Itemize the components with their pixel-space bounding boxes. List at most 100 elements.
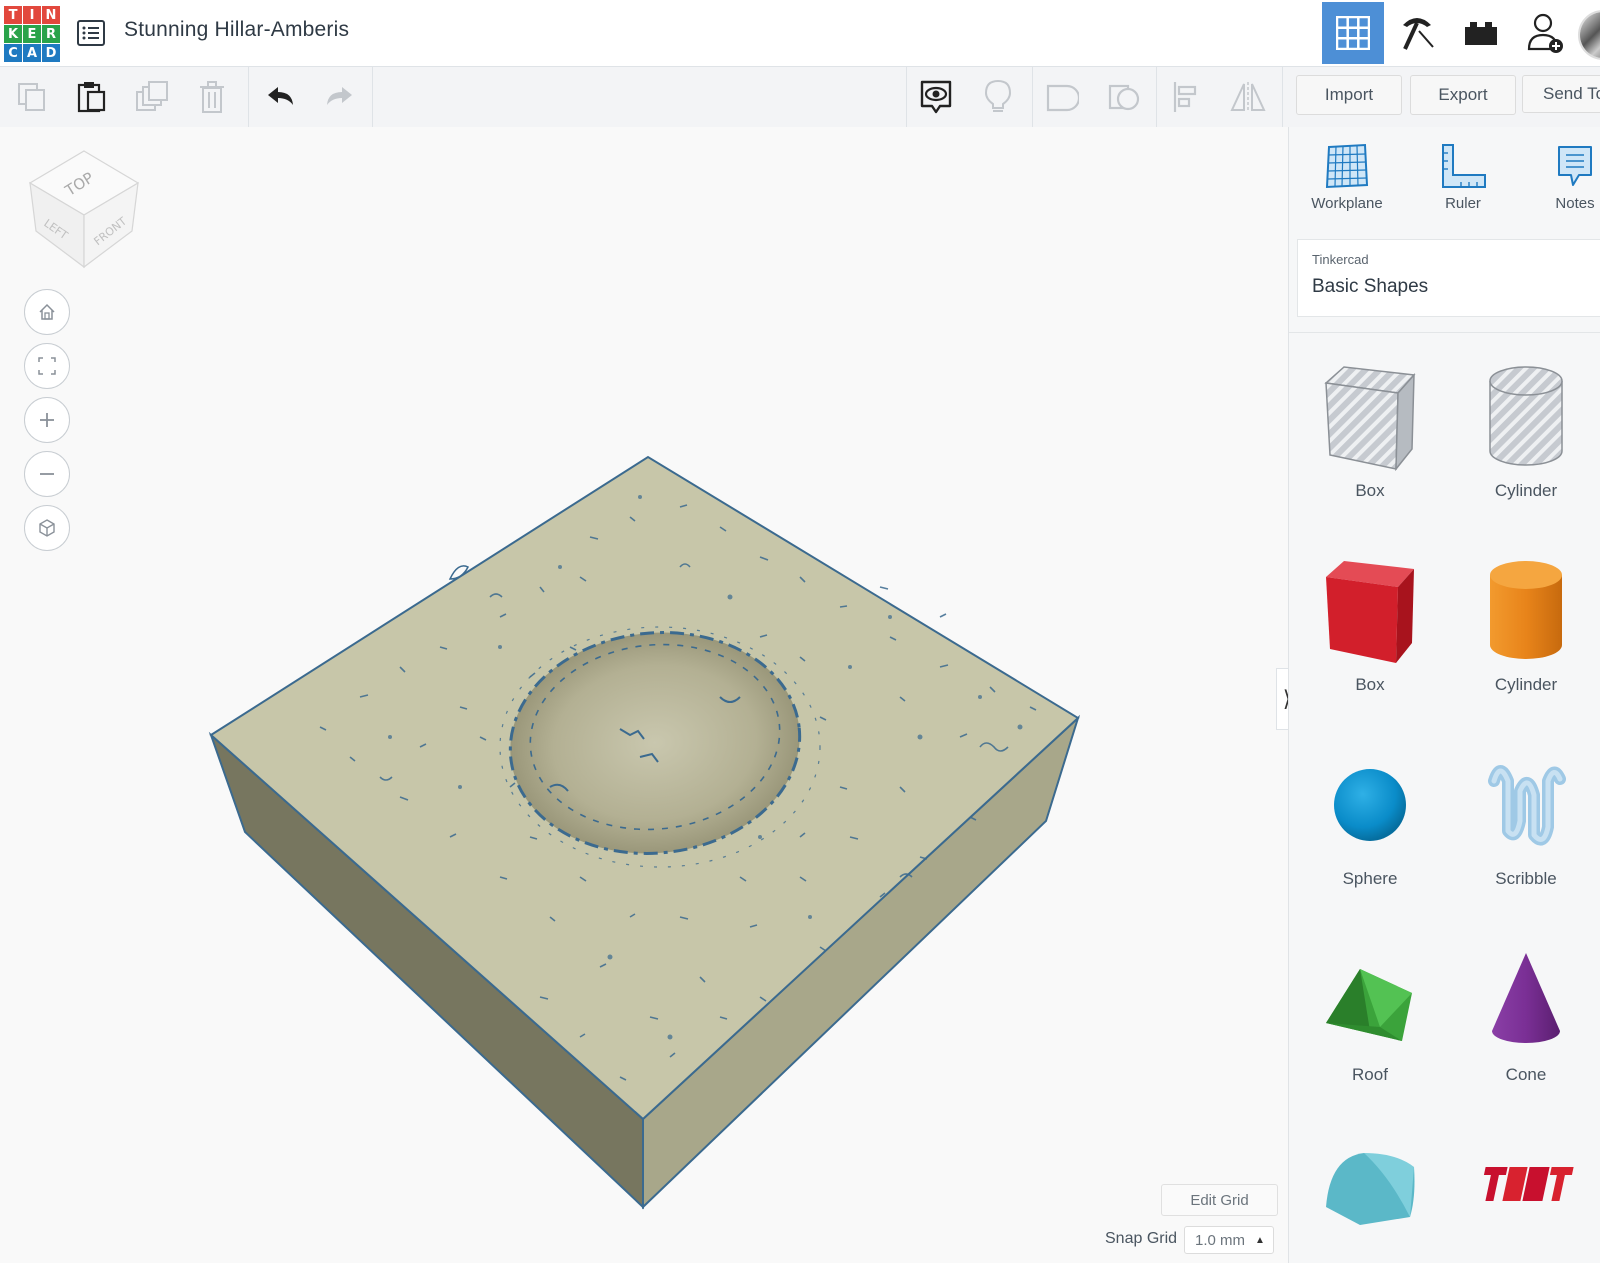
cylinder-hole-icon (1489, 366, 1563, 466)
view-cube[interactable]: TOP LEFT FRONT (26, 149, 142, 269)
mirror-button[interactable] (1218, 67, 1278, 127)
mirror-icon (1230, 82, 1266, 112)
send-to-button[interactable]: Send To (1522, 75, 1600, 113)
shape-scribble[interactable]: Scribble (1451, 751, 1600, 889)
undo-icon (268, 87, 293, 105)
cone-icon (1492, 953, 1560, 1043)
box-hole-icon (1324, 366, 1416, 471)
list-icon (77, 20, 105, 46)
3d-workplane-canvas[interactable]: TOP LEFT FRONT Edit Grid Snap Grid 1.0 m… (0, 127, 1288, 1263)
import-button[interactable]: Import (1296, 75, 1402, 115)
shape-label: Cylinder (1494, 481, 1558, 500)
zoom-out-button[interactable] (24, 451, 70, 497)
perspective-toggle-button[interactable] (24, 505, 70, 551)
shape-roof[interactable]: Roof (1295, 947, 1445, 1085)
shape-library-selector[interactable]: Tinkercad Basic Shapes (1297, 239, 1600, 317)
logo-letter: A (23, 44, 41, 62)
library-name: Basic Shapes (1312, 276, 1429, 297)
shapes-panel: Workplane Ruler Notes Tinkercad Basic Sh… (1288, 127, 1600, 1263)
bricks-view-button[interactable] (1450, 2, 1512, 64)
blocks-view-button[interactable] (1386, 2, 1448, 64)
shape-label: Box (1355, 675, 1385, 694)
avatar[interactable] (1578, 10, 1600, 60)
library-provider: Tinkercad (1312, 252, 1369, 267)
shape-cylinder[interactable]: Cylinder (1451, 557, 1600, 695)
top-header: T I N K E R C A D Stunning Hillar-Amberi… (0, 0, 1600, 67)
toolbar-divider (248, 67, 249, 127)
hint-button[interactable] (968, 67, 1028, 127)
caret-up-icon: ▲ (1255, 1234, 1265, 1246)
align-button[interactable] (1156, 67, 1216, 127)
delete-button[interactable] (182, 67, 242, 127)
invite-user-button[interactable] (1514, 2, 1576, 64)
box-icon (1326, 561, 1414, 663)
duplicate-icon (136, 81, 168, 111)
edit-grid-button[interactable]: Edit Grid (1161, 1184, 1278, 1216)
panel-divider (1289, 332, 1600, 333)
shape-label: Roof (1352, 1065, 1388, 1084)
logo-letter: E (23, 25, 41, 43)
shape-cylinder-hole[interactable]: Cylinder (1451, 363, 1600, 501)
minus-icon (40, 473, 54, 475)
shape-label: Cylinder (1494, 675, 1558, 694)
fit-view-button[interactable] (24, 343, 70, 389)
add-user-icon (1527, 13, 1563, 53)
ruler-icon (1442, 144, 1486, 188)
cylinder-icon (1490, 561, 1562, 659)
snap-grid-value: 1.0 mm (1195, 1231, 1246, 1249)
group-icon (1046, 84, 1079, 112)
zoom-in-button[interactable] (24, 397, 70, 443)
shape-label: Box (1355, 481, 1385, 500)
design-title[interactable]: Stunning Hillar-Amberis (124, 18, 349, 42)
paste-button[interactable] (62, 67, 122, 127)
design-list-button[interactable] (76, 18, 106, 48)
group-button[interactable] (1032, 67, 1092, 127)
brick-icon (1465, 22, 1497, 45)
notes-icon (1558, 146, 1592, 186)
paste-icon (77, 82, 106, 113)
snap-grid-label: Snap Grid (1105, 1230, 1178, 1247)
terrain-model[interactable] (200, 317, 1090, 1217)
shape-round-roof[interactable] (1295, 1137, 1445, 1237)
shape-box[interactable]: Box (1295, 557, 1445, 695)
shape-box-hole[interactable]: Box (1295, 363, 1445, 501)
home-view-button[interactable] (24, 289, 70, 335)
logo-letter: R (42, 25, 60, 43)
tinkercad-logo[interactable]: T I N K E R C A D (4, 6, 60, 62)
perspective-cube-icon (39, 519, 55, 537)
shape-sphere[interactable]: Sphere (1295, 751, 1445, 889)
copy-button[interactable] (2, 67, 62, 127)
notes-tool[interactable]: Notes (1525, 143, 1600, 212)
ruler-tool[interactable]: Ruler (1413, 143, 1513, 212)
sphere-icon (1334, 769, 1406, 841)
workplane-tool[interactable]: Workplane (1297, 143, 1397, 212)
ungroup-icon (1108, 84, 1140, 111)
shape-label: Scribble (1495, 869, 1557, 888)
round-roof-icon (1326, 1153, 1415, 1225)
shape-label: Sphere (1342, 869, 1398, 888)
redo-button[interactable] (310, 67, 370, 127)
fit-all-icon (38, 357, 56, 375)
home-icon (39, 303, 55, 320)
undo-button[interactable] (250, 67, 310, 127)
scribble-icon (1488, 765, 1566, 846)
notes-label: Notes (1555, 195, 1595, 212)
logo-letter: D (42, 44, 60, 62)
toolbar-divider (1282, 67, 1283, 127)
show-all-button[interactable] (906, 67, 966, 127)
workplane-icon (1325, 143, 1369, 189)
ungroup-button[interactable] (1094, 67, 1154, 127)
export-button[interactable]: Export (1410, 75, 1516, 115)
logo-letter: N (42, 6, 60, 24)
text-icon (1483, 1167, 1574, 1201)
pickaxe-icon (1403, 18, 1434, 50)
3d-design-view-button[interactable] (1322, 2, 1384, 64)
shape-text[interactable] (1451, 1137, 1600, 1237)
snap-grid-select[interactable]: 1.0 mm ▲ (1184, 1226, 1274, 1254)
logo-letter: C (4, 44, 22, 62)
redo-icon (327, 87, 352, 105)
shape-cone[interactable]: Cone (1451, 947, 1600, 1085)
eye-bubble-icon (920, 80, 952, 114)
duplicate-button[interactable] (122, 67, 182, 127)
align-icon (1173, 82, 1197, 112)
